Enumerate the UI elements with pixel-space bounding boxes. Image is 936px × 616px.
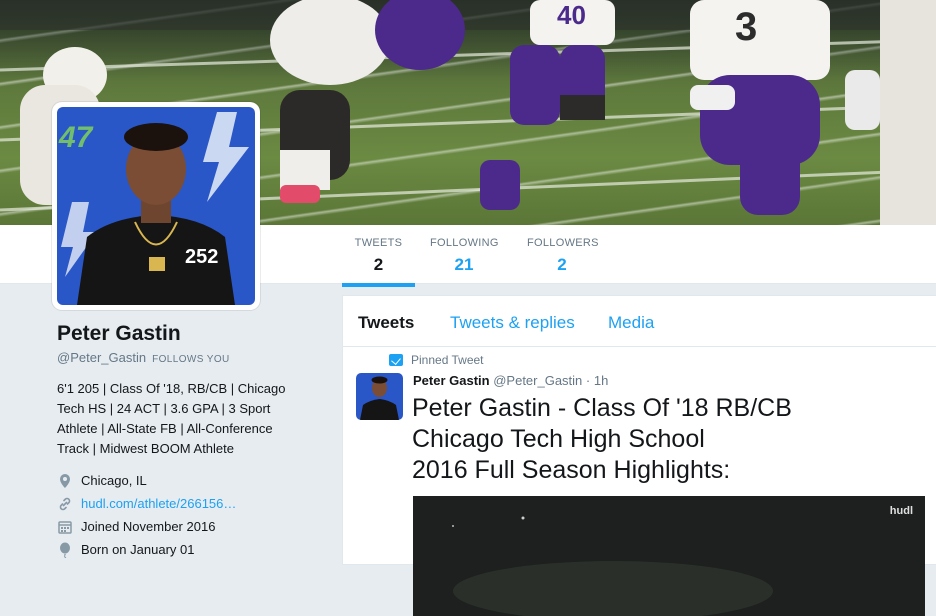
profile-avatar[interactable]: 47 252 <box>52 102 260 310</box>
balloon-icon <box>57 542 73 558</box>
pinned-text: Pinned Tweet <box>411 353 484 367</box>
pin-icon <box>389 354 403 366</box>
stat-value: 21 <box>454 255 474 274</box>
avatar-jersey-number: 252 <box>185 246 218 268</box>
banner-jersey-number: 40 <box>557 0 586 30</box>
tab-media[interactable]: Media <box>608 313 654 333</box>
profile-card: Peter Gastin @Peter_Gastin FOLLOWS YOU 6'… <box>57 322 317 561</box>
hudl-watermark: hudl <box>889 505 913 517</box>
banner-jersey-number: 3 <box>735 5 757 49</box>
link-icon <box>57 496 73 512</box>
tweet-line: Peter Gastin - Class Of '18 RB/CB <box>412 394 792 422</box>
tweet-author-name[interactable]: Peter Gastin <box>413 373 490 388</box>
joined-text: Joined November 2016 <box>81 519 216 534</box>
stat-value: 2 <box>557 255 567 274</box>
tweet-text: Peter Gastin - Class Of '18 RB/CB Chicag… <box>412 393 852 486</box>
tweet-line: 2016 Full Season Highlights: <box>412 456 731 484</box>
tweet-timestamp[interactable]: · 1h <box>586 373 608 388</box>
tab-tweets[interactable]: Tweets <box>358 313 414 333</box>
avatar-logo-text: 47 <box>58 121 94 154</box>
profile-website: hudl.com/athlete/266156… <box>57 492 317 515</box>
bio-line: Track | Midwest BOOM Athlete <box>57 441 234 456</box>
website-link[interactable]: hudl.com/athlete/266156… <box>81 496 236 511</box>
stat-following[interactable]: FOLLOWING 21 <box>430 237 498 275</box>
location-text: Chicago, IL <box>81 473 147 488</box>
bio-line: 6'1 205 | Class Of '18, RB/CB | Chicago <box>57 381 286 396</box>
follows-you-badge: FOLLOWS YOU <box>152 354 230 365</box>
stat-value: 2 <box>373 255 384 274</box>
tweet-header: Peter Gastin @Peter_Gastin · 1h <box>413 373 608 388</box>
tweet-avatar[interactable] <box>356 373 403 420</box>
stat-tweets[interactable]: TWEETS 2 <box>342 237 415 287</box>
profile-birthday: Born on January 01 <box>57 538 317 561</box>
profile-bio: 6'1 205 | Class Of '18, RB/CB | Chicago … <box>57 379 312 459</box>
stat-label: FOLLOWING <box>430 237 499 249</box>
calendar-icon <box>57 519 73 535</box>
born-text: Born on January 01 <box>81 542 195 557</box>
profile-location: Chicago, IL <box>57 469 317 492</box>
bio-line: Athlete | All-State FB | All-Conference <box>57 421 273 436</box>
tweet-video-embed[interactable]: hudl <box>413 496 925 616</box>
stat-label: TWEETS <box>354 237 403 249</box>
profile-joined: Joined November 2016 <box>57 515 317 538</box>
pinned-tweet-label: Pinned Tweet <box>389 353 484 367</box>
profile-name[interactable]: Peter Gastin <box>57 322 317 346</box>
pinned-tweet[interactable]: Pinned Tweet Peter Gastin @Peter_Gastin … <box>343 347 936 616</box>
tweet-line: Chicago Tech High School <box>412 425 705 453</box>
stat-label: FOLLOWERS <box>527 237 599 249</box>
timeline: Tweets Tweets & replies Media Pinned Twe… <box>342 295 936 616</box>
location-pin-icon <box>57 473 73 489</box>
timeline-tabs: Tweets Tweets & replies Media <box>343 296 936 347</box>
tab-tweets-replies[interactable]: Tweets & replies <box>450 313 575 333</box>
bio-line: Tech HS | 24 ACT | 3.6 GPA | 3 Sport <box>57 401 271 416</box>
stat-followers[interactable]: FOLLOWERS 2 <box>527 237 599 275</box>
profile-handle[interactable]: @Peter_Gastin <box>57 350 146 365</box>
avatar-photo: 47 252 <box>57 107 255 305</box>
tweet-author-handle[interactable]: @Peter_Gastin <box>493 373 582 388</box>
